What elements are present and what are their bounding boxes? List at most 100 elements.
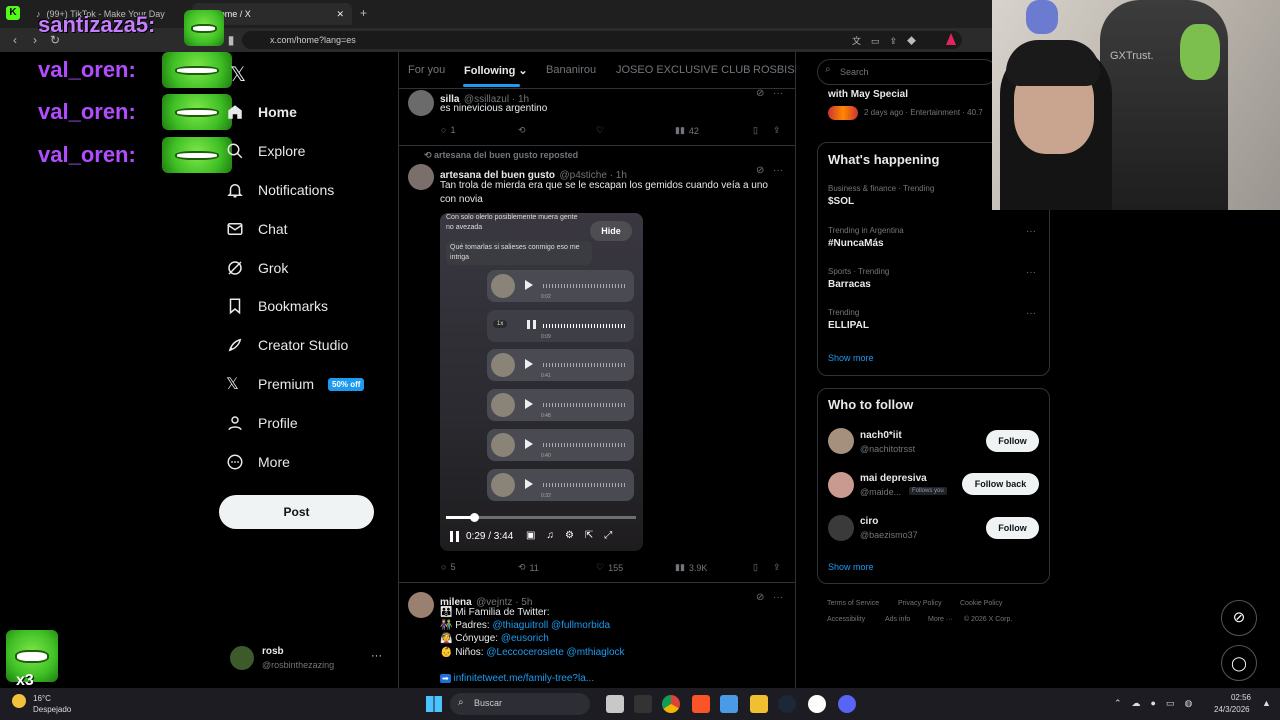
hide-button[interactable]: Hide [590, 221, 632, 241]
video-scrubber-handle[interactable] [470, 513, 479, 522]
clock-time[interactable]: 02:56 [1230, 693, 1251, 702]
tweet-avatar[interactable] [408, 164, 434, 190]
trend-more-icon[interactable]: ··· [1026, 226, 1036, 237]
share-icon[interactable]: ⇪ [773, 125, 781, 136]
trend-item[interactable]: Sports · Trending Barracas [828, 267, 889, 290]
nav-more[interactable]: More [226, 447, 290, 477]
video-control-icons[interactable]: ▣♫⚙⇱⤢ [526, 530, 623, 541]
close-tab-icon[interactable]: ✕ [336, 9, 344, 20]
show-more-link[interactable]: Show more [828, 353, 874, 363]
nav-premium[interactable]: 𝕏 Premium 50% off [226, 369, 365, 399]
browser-toolbar-icons[interactable]: 文▭⇪◆ [852, 34, 926, 47]
tweet-avatar[interactable] [408, 592, 434, 618]
like-button[interactable]: ♡ [596, 125, 604, 136]
account-avatar[interactable] [230, 646, 254, 670]
nav-bookmarks[interactable]: Bookmarks [226, 291, 328, 321]
tweet-avatar[interactable] [408, 90, 434, 116]
user-avatar[interactable] [828, 428, 854, 454]
nav-chat[interactable]: Chat [226, 214, 288, 244]
taskbar-search[interactable]: Buscar [450, 693, 590, 715]
follow-back-button[interactable]: Follow back [962, 473, 1039, 495]
tab-rosbisit[interactable]: ROSBISIT [753, 64, 796, 76]
bookmark-page-icon[interactable]: ▮ [222, 31, 240, 49]
grok-icon[interactable]: ⊘ [756, 165, 764, 176]
follow-button[interactable]: Follow [986, 517, 1039, 539]
reply-button[interactable]: ○ 1 [441, 125, 455, 135]
windows-start-icon[interactable] [426, 696, 442, 712]
nav-home[interactable]: Home [226, 97, 297, 127]
video-player[interactable]: Con solo olerlo posiblemente muera gente… [440, 213, 643, 551]
footer-ads-info[interactable]: Ads info [885, 616, 910, 623]
store-icon[interactable] [720, 695, 738, 713]
mention-link[interactable]: @thiaguitroll @fullmorbida [492, 620, 610, 631]
file-explorer-icon[interactable] [750, 695, 768, 713]
epic-games-icon[interactable] [634, 695, 652, 713]
trend-item[interactable]: Business & finance · Trending $SOL [828, 184, 934, 207]
footer-cookies[interactable]: Cookie Policy [960, 600, 1002, 607]
pause-icon[interactable] [450, 531, 459, 542]
clock-date[interactable]: 24/3/2026 [1214, 705, 1250, 714]
user-name[interactable]: ciro [860, 516, 878, 527]
mention-link[interactable]: @Leccocerosiete @mthiaglock [486, 647, 624, 658]
grok-icon[interactable]: ⊘ [756, 88, 764, 99]
nav-creator-studio[interactable]: Creator Studio [226, 330, 348, 360]
x-logo-icon[interactable]: 𝕏 [230, 62, 246, 87]
footer-more[interactable]: More ··· [928, 616, 953, 623]
footer-terms[interactable]: Terms of Service [827, 600, 879, 607]
tab-following[interactable]: Following ⌄ [464, 64, 528, 77]
search-input[interactable]: Search [817, 59, 997, 85]
chrome-icon[interactable] [662, 695, 680, 713]
external-link[interactable]: infinitetweet.me/family-tree?la... [453, 673, 594, 684]
discord-icon[interactable] [838, 695, 856, 713]
tweet-more-icon[interactable]: ··· [773, 88, 783, 99]
nav-grok[interactable]: Grok [226, 253, 288, 283]
trend-more-icon[interactable]: ··· [1026, 308, 1036, 319]
trend-item[interactable]: Trending ELLIPAL [828, 308, 869, 331]
nav-explore[interactable]: Explore [226, 136, 305, 166]
tab-bananirou[interactable]: Bananirou [546, 64, 596, 76]
tweet-more-icon[interactable]: ··· [773, 592, 783, 603]
tab-for-you[interactable]: For you [408, 64, 445, 76]
views-button[interactable]: ▮▮ 42 [675, 125, 699, 136]
github-icon[interactable] [808, 695, 826, 713]
steam-icon[interactable] [778, 695, 796, 713]
user-avatar[interactable] [828, 515, 854, 541]
grok-fab-icon[interactable]: ⊘ [1221, 600, 1257, 636]
bookmark-icon[interactable]: ▯ [753, 125, 758, 136]
post-button[interactable]: Post [219, 495, 374, 529]
repost-button[interactable]: ⟲ [518, 125, 526, 136]
messages-fab-icon[interactable]: ◯ [1221, 645, 1257, 681]
grok-icon[interactable]: ⊘ [756, 592, 764, 603]
share-icon[interactable]: ⇪ [773, 562, 781, 573]
show-more-link[interactable]: Show more [828, 562, 874, 572]
footer-accessibility[interactable]: Accessibility [827, 616, 865, 623]
weather-icon[interactable] [12, 694, 26, 708]
overlay-chat-user: val_oren: [38, 99, 136, 124]
nav-notifications[interactable]: Notifications [226, 175, 334, 205]
reply-button[interactable]: ○ 5 [441, 562, 455, 572]
footer-privacy[interactable]: Privacy Policy [898, 600, 942, 607]
views-button[interactable]: ▮▮ 3.9K [675, 562, 707, 573]
back-icon[interactable]: ‹ [6, 31, 24, 49]
user-name[interactable]: nach0*iit [860, 430, 902, 441]
bookmark-icon[interactable]: ▯ [753, 562, 758, 573]
brave-icon[interactable] [692, 695, 710, 713]
notification-bell-icon[interactable]: ▲ [1262, 698, 1271, 708]
system-tray-icons[interactable]: ⌃☁●▭◍ [1114, 698, 1202, 709]
new-tab-icon[interactable]: + [360, 6, 367, 20]
trend-more-icon[interactable]: ··· [1026, 267, 1036, 278]
follow-button[interactable]: Follow [986, 430, 1039, 452]
kick-icon[interactable]: K [6, 6, 20, 20]
repost-button[interactable]: ⟲ 11 [518, 562, 539, 573]
user-name[interactable]: mai depresiva [860, 473, 927, 484]
task-view-icon[interactable] [606, 695, 624, 713]
nav-profile[interactable]: Profile [226, 408, 298, 438]
mention-link[interactable]: @eusorich [501, 633, 549, 644]
tweet-more-icon[interactable]: ··· [773, 165, 783, 176]
user-avatar[interactable] [828, 472, 854, 498]
tab-joseo-exclusive-club[interactable]: JOSEO EXCLUSIVE CLUB [616, 64, 751, 76]
like-button[interactable]: ♡ 155 [596, 562, 623, 573]
account-menu-icon[interactable]: ··· [371, 650, 382, 662]
trend-item[interactable]: Trending in Argentina #NuncaMás [828, 226, 904, 249]
promo-title[interactable]: with May Special [828, 89, 908, 100]
